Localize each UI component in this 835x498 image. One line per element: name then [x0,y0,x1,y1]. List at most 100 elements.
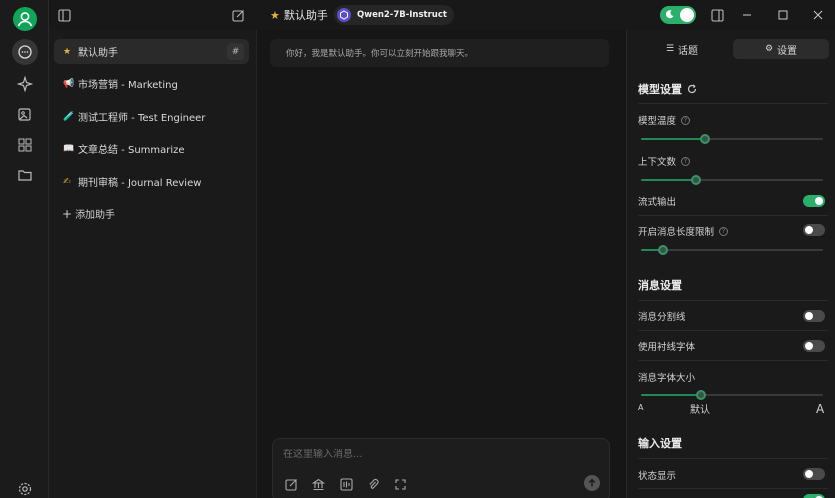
assistant-label: 期刊审稿 - Journal Review [78,178,202,189]
toggle-knob [805,342,813,350]
slider-thumb[interactable] [699,134,710,144]
image-icon[interactable] [12,102,38,128]
user-avatar[interactable] [13,7,37,31]
divider [638,330,828,331]
max-length-label: 开启消息长度限制 ? [638,224,729,238]
slider-track [641,249,823,251]
toggle-knob [805,312,813,320]
toggle-knob [805,226,813,234]
max-length-toggle[interactable] [803,224,825,236]
settings-gear-icon[interactable] [12,476,38,498]
bank-icon[interactable] [311,477,325,491]
help-icon[interactable]: ? [681,115,691,125]
sidebar-toggle-icon[interactable] [57,0,71,30]
close-icon[interactable] [812,0,824,30]
translate-icon[interactable] [339,477,353,491]
sparkle-icon[interactable] [12,71,38,97]
help-icon[interactable]: ? [681,156,691,166]
input-settings-title: 输入设置 [638,437,682,450]
apps-grid-icon[interactable] [12,132,38,158]
message-divider-label: 消息分割线 [638,312,686,323]
divider [638,488,828,489]
chat-area: 你好，我是默认助手。你可以立刻开始跟我聊天。 [257,30,626,498]
stream-output-label: 流式输出 [638,197,677,208]
model-logo-icon [337,8,351,22]
folder-icon[interactable] [12,162,38,188]
divider [638,103,828,104]
message-composer [272,438,610,498]
moon-icon [664,9,675,20]
edit-icon[interactable] [284,477,298,491]
add-assistant-label: 添加助手 [75,210,116,221]
megaphone-icon: 📢 [63,78,75,89]
slider-thumb[interactable] [690,175,701,185]
star-icon: ★ [270,8,280,22]
panel-toggle-icon[interactable] [710,0,724,30]
temperature-slider[interactable] [641,134,823,144]
message-divider-toggle[interactable] [803,310,825,322]
test-tube-icon: 🧪 [63,111,75,122]
slider-fill [641,394,702,396]
send-button[interactable] [584,475,600,491]
message-settings-title: 消息设置 [638,279,682,292]
expand-icon[interactable] [393,477,407,491]
assistant-item[interactable]: ✍ 期刊审稿 - Journal Review [54,169,249,194]
serif-font-toggle[interactable] [803,340,825,352]
minimize-icon[interactable] [741,0,753,30]
assistant-item[interactable]: 🧪 测试工程师 - Test Engineer [54,104,249,129]
plus-icon: + [62,206,73,221]
chat-icon[interactable] [12,39,38,65]
stream-output-toggle[interactable] [803,195,825,207]
temperature-label-text: 模型温度 [638,116,677,127]
context-slider[interactable] [641,175,823,185]
paperclip-icon[interactable] [366,477,380,491]
assistant-list: ★ 默认助手 # 📢 市场营销 - Marketing 🧪 测试工程师 - Te… [49,30,257,498]
theme-toggle-knob [680,8,694,22]
context-label: 上下文数 ? [638,154,691,168]
max-length-slider[interactable] [641,245,823,255]
top-bar: ★ 默认助手 Qwen2-7B-Instruct [49,0,835,30]
assistant-label: 测试工程师 - Test Engineer [78,113,206,124]
model-selector[interactable]: Qwen2-7B-Instruct [334,5,454,25]
maximize-icon[interactable] [777,0,789,30]
assistant-title: ★ 默认助手 [270,0,328,30]
font-size-label: 消息字体大小 [638,373,696,384]
status-display-toggle[interactable] [803,468,825,480]
model-settings-title-text: 模型设置 [638,83,682,96]
slider-fill [641,138,705,140]
new-chat-icon[interactable] [231,0,245,30]
slider-thumb[interactable] [696,390,707,400]
font-size-small-label: A [638,403,644,412]
list-icon: ☰ [665,44,675,54]
assistant-item[interactable]: ★ 默认助手 # [54,39,249,64]
reset-icon[interactable] [687,84,697,94]
font-size-default-label: 默认 [690,405,710,416]
model-name: Qwen2-7B-Instruct [357,10,447,20]
divider [638,300,828,301]
divider [638,360,828,361]
context-label-text: 上下文数 [638,157,677,168]
assistant-item[interactable]: 📢 市场营销 - Marketing [54,71,249,96]
assistant-title-text: 默认助手 [283,9,328,22]
font-size-slider[interactable] [641,390,823,400]
add-assistant-button[interactable]: + 添加助手 [62,206,116,222]
help-icon[interactable]: ? [719,226,729,236]
divider [638,458,828,459]
left-rail [0,0,49,498]
slider-thumb[interactable] [657,245,668,255]
tab-settings[interactable]: ⚙ 设置 [733,39,829,59]
star-icon: ★ [63,46,72,57]
assistant-item[interactable]: 📖 文章总结 - Summarize [54,136,249,161]
tab-topics-label: 话题 [678,45,699,57]
tab-topics[interactable]: ☰ 话题 [635,39,729,59]
gear-icon: ⚙ [764,44,774,54]
writing-hand-icon: ✍ [63,176,71,187]
partial-toggle[interactable] [803,494,825,498]
serif-font-label: 使用衬线字体 [638,342,696,353]
assistant-label: 文章总结 - Summarize [78,145,185,156]
message-input[interactable] [283,449,593,460]
theme-toggle[interactable] [660,6,696,24]
assistant-label: 默认助手 [78,48,118,59]
hashtag-icon[interactable]: # [227,43,244,60]
toggle-knob [815,197,823,205]
